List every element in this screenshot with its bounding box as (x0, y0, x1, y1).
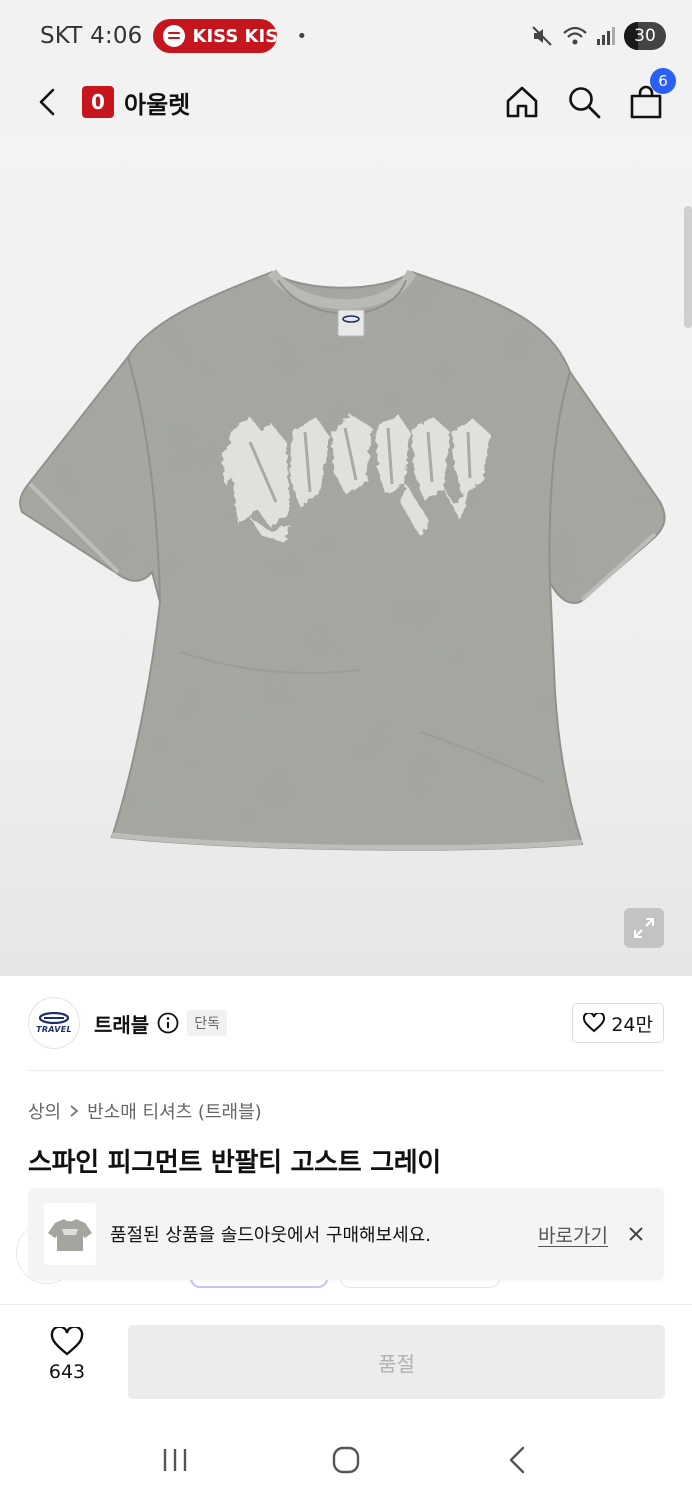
wishlist-count: 643 (48, 1361, 86, 1383)
clock: 4:06 (90, 23, 143, 49)
battery-level: 30 (634, 26, 656, 46)
signal-icon (597, 27, 615, 45)
back-icon (39, 88, 55, 116)
brand-like-count: 24만 (611, 1013, 653, 1036)
close-icon (629, 1227, 643, 1241)
brand-avatar[interactable]: TRAVEL (28, 997, 80, 1049)
mute-icon (532, 26, 552, 46)
back-nav-button[interactable] (487, 1430, 547, 1490)
travel-logo-icon (38, 1012, 70, 1024)
heart-icon (50, 1327, 84, 1356)
carrier-label: SKT (40, 23, 83, 49)
status-carrier-time: SKT 4:06 (40, 23, 143, 49)
brand-row: TRAVEL 트래블 단독 24만 (28, 996, 664, 1050)
status-icons: 30 (530, 22, 666, 50)
brand-name[interactable]: 트래블 (94, 1009, 149, 1038)
now-playing-pill[interactable]: KISS KIS (152, 19, 277, 53)
back-button[interactable] (34, 85, 60, 119)
info-icon[interactable] (157, 1012, 179, 1034)
breadcrumb: 상의 반소매 티셔츠 (트래블) (28, 1098, 262, 1124)
now-playing-text: KISS KIS (192, 25, 277, 47)
system-nav-bar (0, 1420, 692, 1500)
page-title: 아울렛 (124, 90, 191, 119)
outlet-logo[interactable]: 0 (82, 86, 114, 118)
search-button[interactable] (566, 84, 602, 120)
banner-close-button[interactable] (626, 1224, 646, 1244)
expand-icon (634, 918, 654, 938)
brand-avatar-text: TRAVEL (36, 1025, 72, 1034)
wishlist-button[interactable]: 643 (32, 1327, 102, 1397)
banner-thumbnail (44, 1203, 96, 1265)
wifi-icon (563, 26, 587, 45)
app-header: 0 아울렛 6 (0, 68, 692, 132)
soldout-banner: 품절된 상품을 솔드아웃에서 구매해보세요. 바로가기 (28, 1188, 664, 1280)
home-icon (506, 86, 538, 118)
spotify-icon (162, 25, 185, 47)
soldout-message: 품절된 상품을 솔드아웃에서 구매해보세요. (110, 1225, 431, 1246)
home-nav-button[interactable] (316, 1430, 376, 1490)
soldout-button[interactable]: 품절 (128, 1325, 665, 1399)
brand-like-button[interactable]: 24만 (572, 1003, 664, 1043)
home-button[interactable] (504, 84, 540, 120)
tshirt-thumbnail-icon (48, 1219, 92, 1251)
breadcrumb-category[interactable]: 상의 (28, 1098, 61, 1124)
header-actions: 6 (504, 68, 676, 120)
home-nav-icon (332, 1446, 360, 1474)
back-nav-icon (509, 1446, 524, 1474)
bottom-action-bar: 643 품절 (0, 1305, 692, 1420)
breadcrumb-subcategory[interactable]: 반소매 티셔츠 (트래블) (87, 1098, 262, 1124)
recents-button[interactable] (145, 1430, 205, 1490)
battery-indicator: 30 (624, 22, 666, 50)
cart-count-badge: 6 (650, 68, 676, 94)
exclusive-badge: 단독 (187, 1010, 227, 1036)
heart-icon (583, 1013, 606, 1033)
search-icon (569, 87, 601, 119)
product-title: 스파인 피그먼트 반팔티 고스트 그레이 (28, 1148, 441, 1178)
go-now-link[interactable]: 바로가기 (538, 1221, 608, 1248)
recents-icon (164, 1449, 187, 1471)
expand-image-button[interactable] (624, 908, 664, 948)
notification-dot: • (296, 25, 308, 47)
status-bar: SKT 4:06 KISS KIS • 30 (0, 0, 692, 72)
cart-button[interactable]: 6 (628, 68, 676, 120)
product-image[interactable] (0, 132, 692, 976)
tshirt-image (19, 268, 666, 851)
section-divider (28, 1070, 664, 1071)
chevron-right-icon (70, 1105, 79, 1117)
